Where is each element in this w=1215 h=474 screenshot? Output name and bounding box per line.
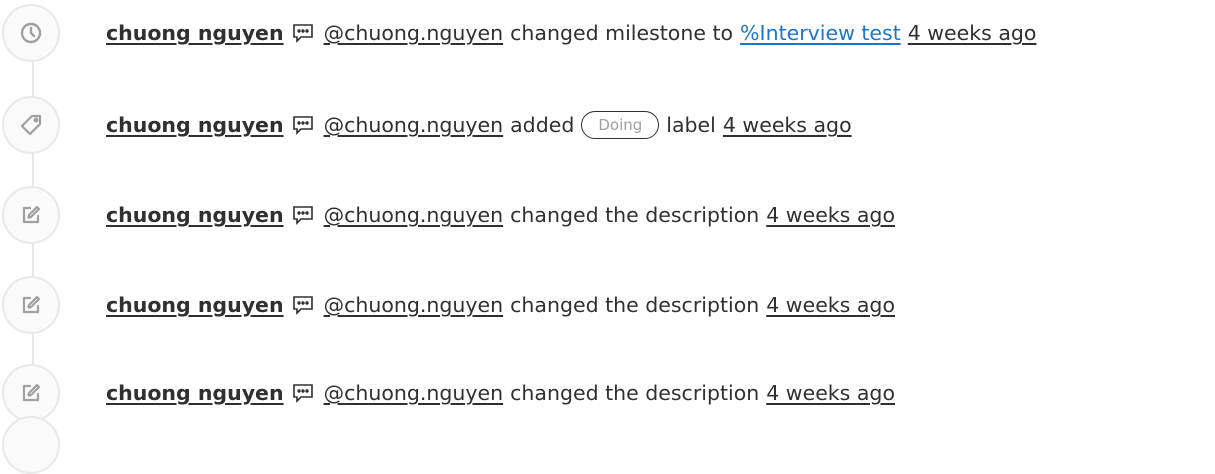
action-text: added [510,113,575,137]
timeline-badge [2,96,60,154]
timeline-badge [2,364,60,422]
timeline-badge [2,4,60,62]
pencil-square-icon [22,383,41,402]
timestamp-link[interactable]: 4 weeks ago [723,113,852,137]
comment-icon [292,23,314,43]
author-link[interactable]: chuong nguyen [106,21,284,45]
username-link[interactable]: @chuong.nguyen [324,293,504,317]
author-link[interactable]: chuong nguyen [106,293,284,317]
timestamp-link[interactable]: 4 weeks ago [766,293,895,317]
author-link[interactable]: chuong nguyen [106,203,284,227]
timestamp-link[interactable]: 4 weeks ago [766,203,895,227]
username-link[interactable]: @chuong.nguyen [324,113,504,137]
timeline-entry: chuong nguyen @chuong.nguyen changed the… [0,276,1215,334]
comment-icon [292,295,314,315]
timestamp-link[interactable]: 4 weeks ago [908,21,1037,45]
comment-icon [292,115,314,135]
timestamp-link[interactable]: 4 weeks ago [766,381,895,405]
action-text: changed the description [510,293,760,317]
timeline-entry: chuong nguyen @chuong.nguyen changed mil… [0,4,1215,62]
action-suffix-text: label [666,113,716,137]
timeline-entry: chuong nguyen @chuong.nguyen changed the… [0,364,1215,422]
username-link[interactable]: @chuong.nguyen [324,203,504,227]
author-link[interactable]: chuong nguyen [106,381,284,405]
timeline-badge-partial [2,416,60,474]
author-link[interactable]: chuong nguyen [106,113,284,137]
action-text: changed milestone to [510,21,734,45]
label-badge[interactable]: Doing [581,111,660,139]
pencil-square-icon [22,295,41,314]
timeline-badge [2,186,60,244]
username-link[interactable]: @chuong.nguyen [324,381,504,405]
action-text: changed the description [510,381,760,405]
milestone-link[interactable]: %Interview test [740,21,901,45]
action-text: changed the description [510,203,760,227]
label-icon [20,114,42,136]
username-link[interactable]: @chuong.nguyen [324,21,504,45]
comment-icon [292,383,314,403]
pencil-square-icon [22,205,41,224]
timeline-entry: chuong nguyen @chuong.nguyen added Doing… [0,96,1215,154]
timeline-badge [2,276,60,334]
clock-icon [20,22,42,44]
comment-icon [292,205,314,225]
timeline-entry: chuong nguyen @chuong.nguyen changed the… [0,186,1215,244]
